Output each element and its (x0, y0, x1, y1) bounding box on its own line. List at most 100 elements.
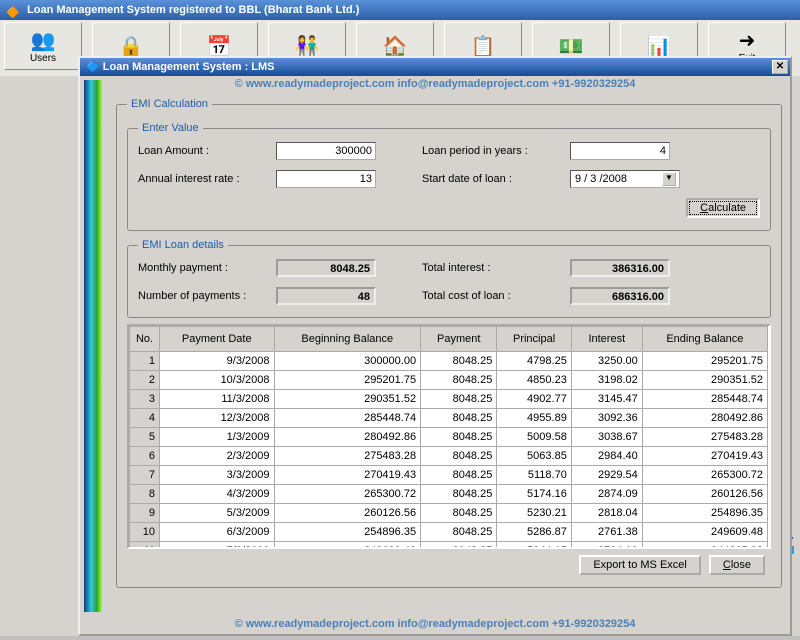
close-button[interactable]: CloseClose (709, 555, 765, 575)
table-cell: 8 (130, 485, 160, 504)
table-cell: 3250.00 (571, 352, 642, 371)
toolbar-icon: 👥 (31, 29, 56, 53)
table-cell: 265300.72 (274, 485, 421, 504)
table-cell: 2818.04 (571, 504, 642, 523)
toolbar-button-users[interactable]: 👥Users (4, 22, 82, 70)
table-cell: 10 (130, 523, 160, 542)
amortization-grid-scroll[interactable]: No.Payment DateBeginning BalancePaymentP… (129, 326, 769, 547)
table-cell: 8048.25 (421, 371, 497, 390)
table-cell: 285448.74 (642, 390, 767, 409)
column-header[interactable]: No. (130, 327, 160, 352)
loan-amount-input[interactable] (276, 142, 376, 160)
table-cell: 8048.25 (421, 523, 497, 542)
table-cell: 275483.28 (642, 428, 767, 447)
column-header[interactable]: Principal (497, 327, 571, 352)
column-header[interactable]: Payment Date (160, 327, 275, 352)
table-cell: 270419.43 (274, 466, 421, 485)
column-header[interactable]: Beginning Balance (274, 327, 421, 352)
table-cell: 6 (130, 447, 160, 466)
table-cell: 4798.25 (497, 352, 571, 371)
emi-dialog: 🔷 Loan Management System : LMS ✕ © www.r… (78, 56, 792, 636)
table-cell: 5344.15 (497, 542, 571, 548)
annual-rate-label: Annual interest rate : (138, 173, 268, 185)
table-cell: 7/3/2009 (160, 542, 275, 548)
column-header[interactable]: Interest (571, 327, 642, 352)
table-row[interactable]: 19/3/2008300000.008048.254798.253250.002… (130, 352, 768, 371)
toolbar-icon: 🔒 (119, 34, 144, 58)
table-cell: 12/3/2008 (160, 409, 275, 428)
table-cell: 8048.25 (421, 485, 497, 504)
table-cell: 3038.67 (571, 428, 642, 447)
chevron-down-icon[interactable]: ▼ (662, 172, 676, 186)
close-icon[interactable]: ✕ (772, 60, 788, 74)
table-cell: 254896.35 (642, 504, 767, 523)
table-cell: 270419.43 (642, 447, 767, 466)
table-cell: 3 (130, 390, 160, 409)
dialog-app-icon: 🔷 (86, 58, 100, 76)
table-cell: 249609.48 (274, 542, 421, 548)
table-cell: 7 (130, 466, 160, 485)
table-cell: 11/3/2008 (160, 390, 275, 409)
table-cell: 5063.85 (497, 447, 571, 466)
table-cell: 1/3/2009 (160, 428, 275, 447)
toolbar-icon: 👫 (295, 34, 320, 58)
total-interest-label: Total interest : (422, 262, 562, 274)
table-row[interactable]: 311/3/2008290351.528048.254902.773145.47… (130, 390, 768, 409)
table-row[interactable]: 106/3/2009254896.358048.255286.872761.38… (130, 523, 768, 542)
toolbar-icon: ➜ (739, 29, 756, 53)
table-cell: 3/3/2009 (160, 466, 275, 485)
table-row[interactable]: 84/3/2009265300.728048.255174.162874.092… (130, 485, 768, 504)
table-cell: 9/3/2008 (160, 352, 275, 371)
table-cell: 4955.89 (497, 409, 571, 428)
table-cell: 6/3/2009 (160, 523, 275, 542)
start-date-picker[interactable]: 9 / 3 /2008 ▼ (570, 170, 680, 188)
table-row[interactable]: 117/3/2009249609.488048.255344.152704.10… (130, 542, 768, 548)
toolbar-icon: 💵 (559, 34, 584, 58)
table-cell: 2929.54 (571, 466, 642, 485)
column-header[interactable]: Ending Balance (642, 327, 767, 352)
column-header[interactable]: Payment (421, 327, 497, 352)
table-cell: 265300.72 (642, 466, 767, 485)
table-cell: 1 (130, 352, 160, 371)
start-date-value: 9 / 3 /2008 (575, 173, 627, 185)
export-button[interactable]: Export to MS Excel (579, 555, 701, 575)
watermark-bottom: © www.readymadeproject.com info@readymad… (80, 616, 790, 632)
dialog-title: Loan Management System : LMS (103, 58, 275, 76)
monthly-payment-label: Monthly payment : (138, 262, 268, 274)
table-cell: 244265.33 (642, 542, 767, 548)
table-cell: 295201.75 (274, 371, 421, 390)
main-window-titlebar: 🔶 Loan Management System registered to B… (0, 0, 800, 20)
table-cell: 8048.25 (421, 447, 497, 466)
table-cell: 11 (130, 542, 160, 548)
toolbar-label: Users (30, 53, 56, 64)
table-cell: 5 (130, 428, 160, 447)
main-window-title: Loan Management System registered to BBL… (27, 4, 359, 16)
table-cell: 3198.02 (571, 371, 642, 390)
annual-rate-input[interactable] (276, 170, 376, 188)
table-cell: 4 (130, 409, 160, 428)
table-cell: 260126.56 (274, 504, 421, 523)
table-cell: 2 (130, 371, 160, 390)
table-cell: 5286.87 (497, 523, 571, 542)
loan-period-input[interactable] (570, 142, 670, 160)
monthly-payment-value: 8048.25 (276, 259, 376, 277)
table-cell: 4/3/2009 (160, 485, 275, 504)
table-cell: 2761.38 (571, 523, 642, 542)
table-cell: 300000.00 (274, 352, 421, 371)
calculate-button[interactable]: CCalculatealculate (686, 198, 760, 218)
dialog-titlebar: 🔷 Loan Management System : LMS ✕ (80, 58, 790, 76)
table-row[interactable]: 62/3/2009275483.288048.255063.852984.402… (130, 447, 768, 466)
num-payments-label: Number of payments : (138, 290, 268, 302)
table-row[interactable]: 73/3/2009270419.438048.255118.702929.542… (130, 466, 768, 485)
start-date-label: Start date of loan : (422, 173, 562, 185)
toolbar-icon: 🏠 (383, 34, 408, 58)
table-row[interactable]: 51/3/2009280492.868048.255009.583038.672… (130, 428, 768, 447)
table-row[interactable]: 95/3/2009260126.568048.255230.212818.042… (130, 504, 768, 523)
table-cell: 5174.16 (497, 485, 571, 504)
table-cell: 4902.77 (497, 390, 571, 409)
loan-details-legend: EMI Loan details (138, 239, 228, 251)
table-cell: 290351.52 (274, 390, 421, 409)
table-row[interactable]: 412/3/2008285448.748048.254955.893092.36… (130, 409, 768, 428)
table-row[interactable]: 210/3/2008295201.758048.254850.233198.02… (130, 371, 768, 390)
side-gradient-stripe (84, 80, 102, 612)
